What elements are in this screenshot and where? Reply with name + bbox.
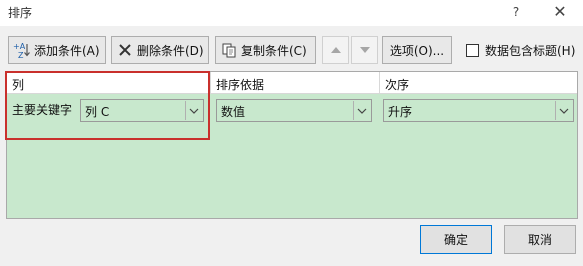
- close-button[interactable]: ✕: [548, 1, 572, 23]
- move-up-button[interactable]: [322, 36, 349, 64]
- add-condition-label: 添加条件(A): [34, 43, 100, 58]
- copy-condition-label: 复制条件(C): [241, 43, 307, 58]
- ok-button[interactable]: 确定: [420, 225, 492, 254]
- chevron-down-icon[interactable]: [185, 101, 202, 120]
- chevron-down-icon[interactable]: [555, 101, 572, 120]
- add-condition-icon: +A Z: [13, 41, 31, 59]
- move-down-icon: [356, 41, 374, 59]
- add-condition-button[interactable]: +A Z 添加条件(A): [8, 36, 106, 64]
- options-button[interactable]: 选项(O)...: [382, 36, 452, 64]
- delete-x-icon: [116, 41, 134, 59]
- order-header: 次序: [385, 78, 410, 92]
- dialog-title: 排序: [8, 6, 33, 20]
- header-divider: [379, 72, 380, 94]
- sort-on-select[interactable]: 数值: [216, 99, 372, 122]
- column-select[interactable]: 列 C: [80, 99, 204, 122]
- move-up-icon: [327, 41, 345, 59]
- svg-text:Z: Z: [18, 51, 24, 59]
- move-down-button[interactable]: [351, 36, 378, 64]
- dialog-title-bar: 排序 ? ✕: [0, 0, 583, 26]
- sort-on-select-value: 数值: [221, 105, 246, 119]
- options-label: 选项(O)...: [389, 43, 445, 58]
- svg-text:+A: +A: [13, 42, 26, 51]
- primary-key-label: 主要关键字: [12, 103, 73, 117]
- order-select[interactable]: 升序: [383, 99, 574, 122]
- help-button[interactable]: ?: [508, 1, 524, 23]
- data-has-headers-label: 数据包含标题(H): [485, 44, 576, 58]
- column-select-value: 列 C: [85, 105, 110, 119]
- cancel-button[interactable]: 取消: [504, 225, 576, 254]
- delete-condition-label: 删除条件(D): [137, 43, 204, 58]
- header-divider: [210, 72, 211, 94]
- sort-conditions-grid: 列 排序依据 次序 主要关键字 列 C 数值 升序: [6, 71, 578, 219]
- copy-icon: [220, 41, 238, 59]
- column-header: 列: [12, 78, 25, 92]
- delete-condition-button[interactable]: 删除条件(D): [111, 36, 209, 64]
- order-select-value: 升序: [388, 105, 413, 119]
- copy-condition-button[interactable]: 复制条件(C): [215, 36, 316, 64]
- grid-header-row: 列 排序依据 次序: [7, 72, 577, 94]
- chevron-down-icon[interactable]: [353, 101, 370, 120]
- header-checkbox-group[interactable]: 数据包含标题(H): [466, 42, 575, 59]
- sort-on-header: 排序依据: [216, 78, 265, 92]
- data-has-headers-checkbox[interactable]: [466, 44, 479, 57]
